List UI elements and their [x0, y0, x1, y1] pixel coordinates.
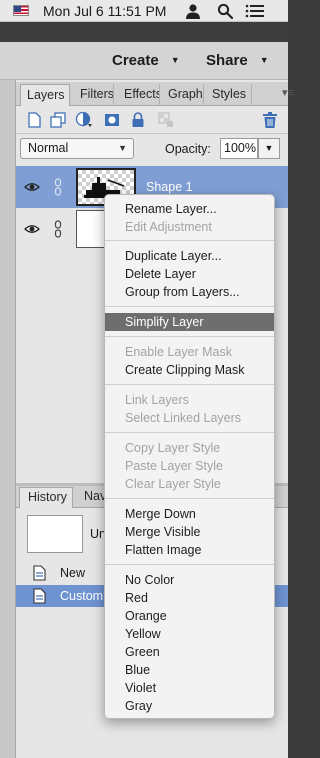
new-layer-icon[interactable] [25, 111, 43, 129]
adjustment-layer-icon[interactable] [75, 111, 93, 129]
title-area [0, 22, 288, 42]
menu-separator [105, 336, 274, 337]
menu-item-simplify-layer[interactable]: Simplify Layer [105, 313, 274, 331]
menu-item-paste-layer-style: Paste Layer Style [125, 459, 223, 473]
layer-name[interactable]: Shape 1 [146, 180, 193, 194]
menu-item-enable-layer-mask: Enable Layer Mask [125, 345, 233, 359]
history-state-icon [33, 588, 46, 604]
history-state-icon [33, 565, 46, 581]
menu-item-edit-adjustment: Edit Adjustment [125, 220, 212, 234]
user-icon[interactable] [185, 3, 201, 19]
menu-item-duplicate-layer[interactable]: Duplicate Layer... [105, 247, 274, 265]
menu-separator [105, 384, 274, 385]
panel-menu-icon[interactable]: ▾≡ [282, 86, 294, 99]
canvas-edge [0, 80, 16, 758]
tab-graphics[interactable]: Graphics [162, 84, 204, 106]
create-label: Create [112, 52, 159, 69]
menu-item-color-gray[interactable]: Gray [105, 697, 274, 715]
create-share-bar: Create ▼ Share ▼ [0, 42, 288, 80]
menu-separator [105, 564, 274, 565]
layers-toolbar [16, 106, 288, 134]
chevron-down-icon: ▼ [170, 55, 180, 65]
tab-filters[interactable]: Filters [74, 84, 114, 106]
new-group-icon[interactable] [49, 111, 67, 129]
menu-item-group-from-layers[interactable]: Group from Layers... [105, 283, 274, 301]
lock-icon[interactable] [129, 111, 147, 129]
opacity-label: Opacity: [165, 142, 211, 156]
menu-item-clear-layer-style: Clear Layer Style [125, 477, 221, 491]
search-icon[interactable] [217, 3, 233, 19]
link-icon[interactable] [54, 178, 62, 196]
menu-item-color-blue[interactable]: Blue [105, 661, 274, 679]
menu-separator [105, 240, 274, 241]
link-icon[interactable] [54, 220, 62, 238]
chevron-down-icon: ▼ [118, 143, 127, 153]
menu-item-link-layers: Link Layers [125, 393, 189, 407]
opacity-input[interactable]: 100% [220, 138, 258, 159]
menu-item-copy-layer-style: Copy Layer Style [125, 441, 221, 455]
menu-item-merge-visible[interactable]: Merge Visible [105, 523, 274, 541]
menu-item-create-clipping-mask[interactable]: Create Clipping Mask [105, 361, 274, 379]
menu-item-rename-layer[interactable]: Rename Layer... [105, 200, 274, 218]
tab-effects[interactable]: Effects [118, 84, 160, 106]
tab-styles[interactable]: Styles [206, 84, 252, 106]
list-menu-icon[interactable] [245, 3, 265, 19]
menu-item-color-green[interactable]: Green [105, 643, 274, 661]
menu-separator [105, 432, 274, 433]
blend-mode-select[interactable]: Normal ▼ [20, 138, 134, 159]
tab-layers[interactable]: Layers [20, 84, 70, 107]
history-document-name: Untitled [90, 527, 104, 541]
menu-item-color-none[interactable]: No Color [105, 571, 274, 589]
menubar-clock[interactable]: Mon Jul 6 11:51 PM [43, 3, 166, 19]
layer-mask-icon[interactable] [103, 111, 121, 129]
opacity-dropdown-button[interactable]: ▼ [258, 138, 280, 159]
layer-context-menu: Rename Layer... Edit Adjustment Duplicat… [104, 194, 275, 719]
tab-history[interactable]: History [19, 487, 73, 508]
menu-item-flatten-image[interactable]: Flatten Image [105, 541, 274, 559]
menu-item-color-red[interactable]: Red [105, 589, 274, 607]
trash-icon[interactable] [261, 111, 279, 129]
menu-item-color-yellow[interactable]: Yellow [105, 625, 274, 643]
lock-transparency-icon[interactable] [157, 111, 175, 129]
menu-item-select-linked-layers: Select Linked Layers [125, 411, 242, 425]
panel-tabs: Layers Filters Effects Graphics Styles ▾… [16, 82, 294, 107]
flag-icon[interactable] [13, 5, 29, 16]
menu-item-color-violet[interactable]: Violet [105, 679, 274, 697]
menu-item-color-orange[interactable]: Orange [105, 607, 274, 625]
share-button[interactable]: Share ▼ [206, 52, 269, 69]
history-snapshot-thumbnail[interactable] [27, 515, 83, 553]
eye-icon[interactable] [24, 179, 40, 195]
menu-item-merge-down[interactable]: Merge Down [105, 505, 274, 523]
menu-separator [105, 306, 274, 307]
eye-icon[interactable] [24, 221, 40, 237]
chevron-down-icon: ▼ [259, 55, 269, 65]
menu-item-delete-layer[interactable]: Delete Layer [105, 265, 274, 283]
share-label: Share [206, 52, 248, 69]
menu-separator [105, 498, 274, 499]
blend-mode-value: Normal [28, 141, 69, 155]
create-button[interactable]: Create ▼ [112, 52, 180, 69]
menu-bar: Mon Jul 6 11:51 PM [0, 0, 288, 22]
